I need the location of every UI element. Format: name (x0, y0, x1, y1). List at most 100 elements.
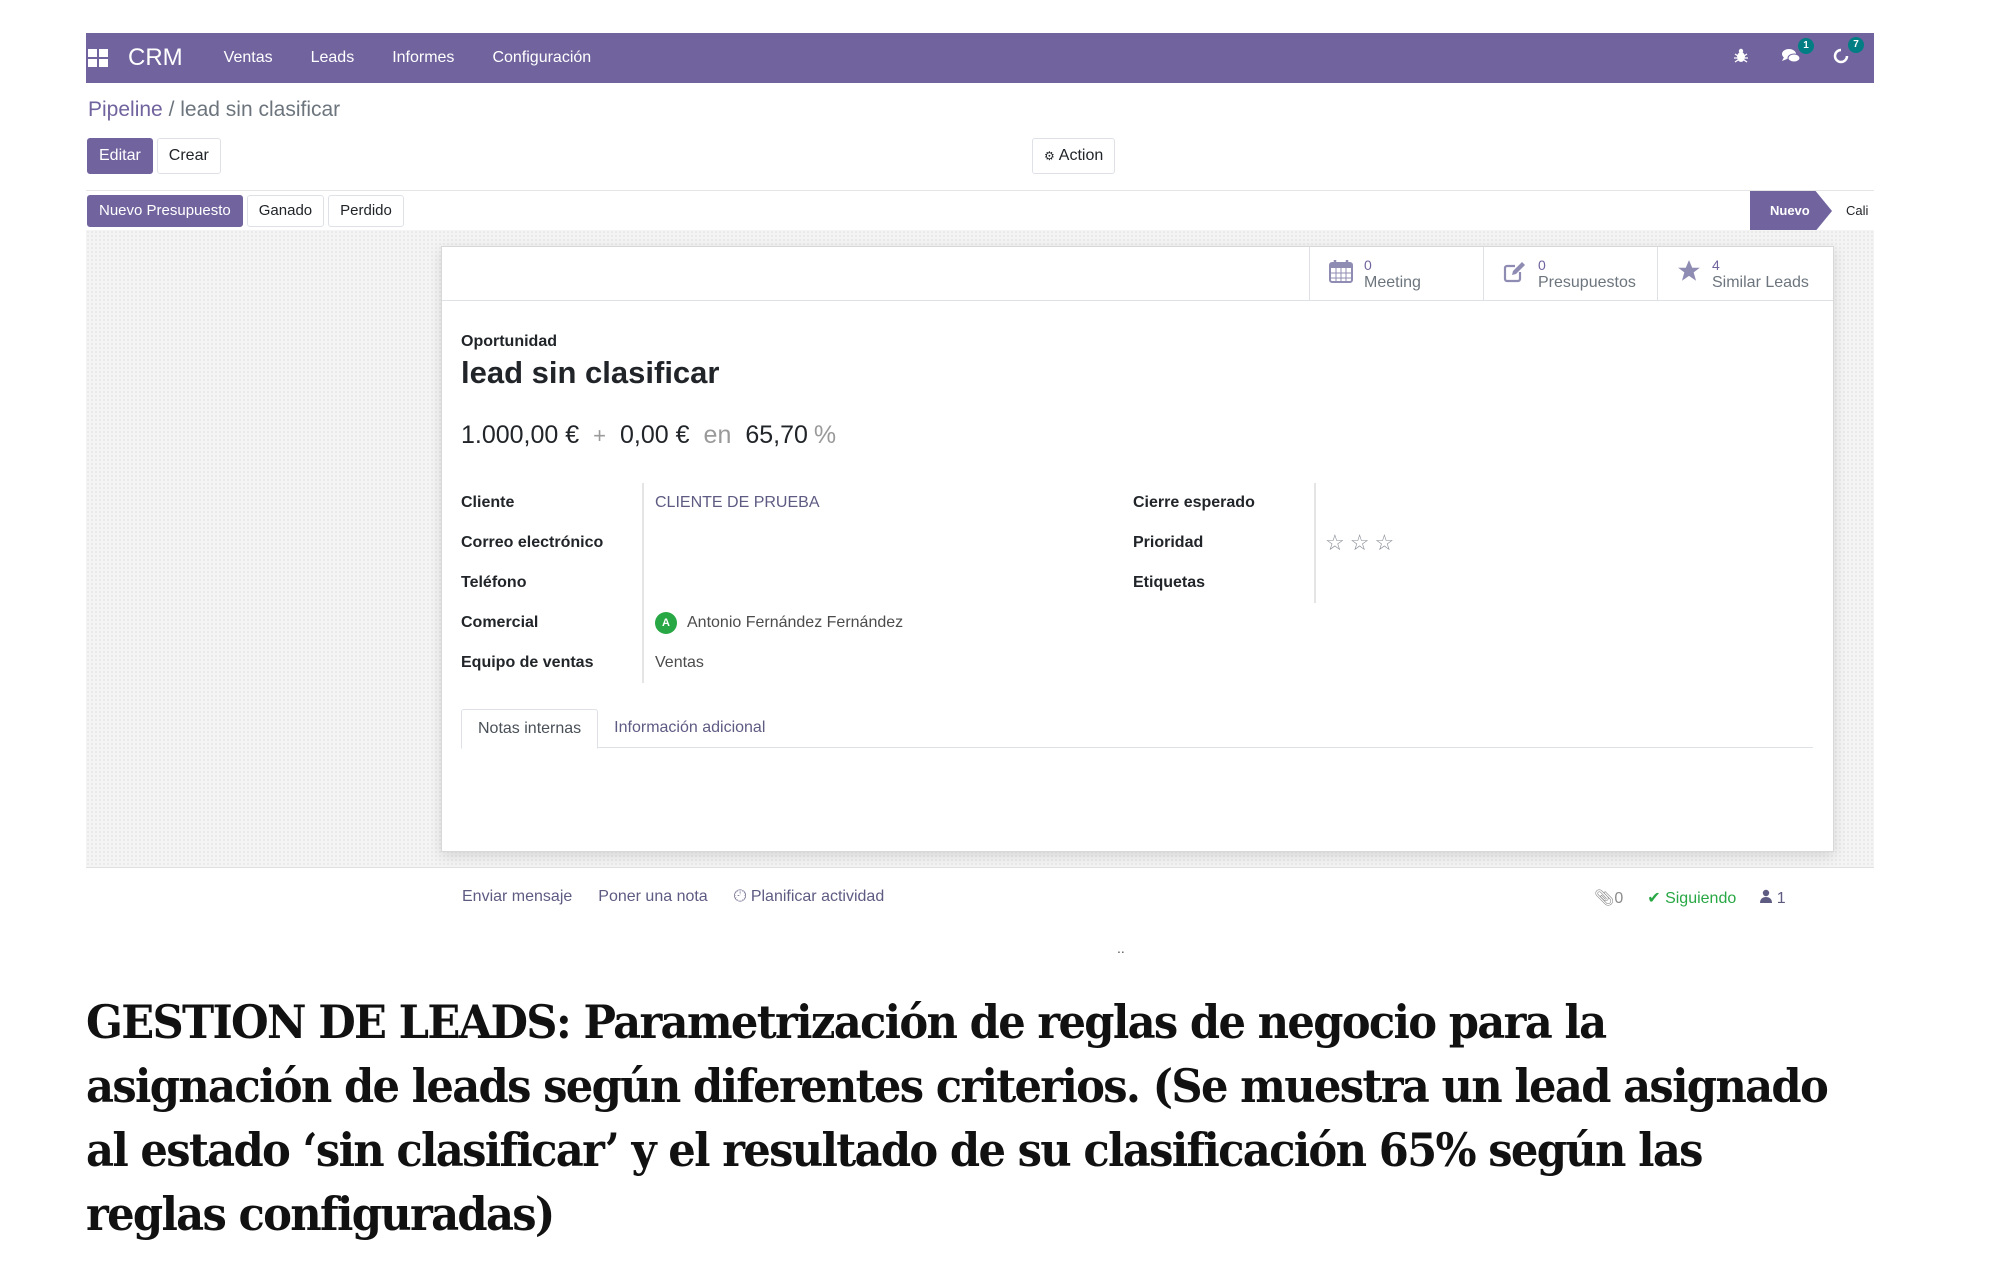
quotations-label: Presupuestos (1538, 274, 1636, 291)
calendar-icon (1326, 258, 1356, 291)
send-message-button[interactable]: Enviar mensaje (462, 888, 572, 906)
apps-menu-icon[interactable] (88, 49, 108, 67)
cliente-value[interactable]: CLIENTE DE PRUEBA (643, 494, 819, 512)
right-field-group: Cierre esperado Prioridad ☆ ☆ ☆ Etiqueta… (1133, 483, 1394, 603)
log-note-button[interactable]: Poner una nota (598, 888, 707, 906)
breadcrumb-current: lead sin clasificar (180, 98, 341, 121)
action-label: Action (1058, 147, 1104, 164)
tab-notas-internas[interactable]: Notas internas (461, 709, 599, 749)
field-equipo: Equipo de ventas Ventas (461, 643, 903, 683)
action-button[interactable]: ⚙ Action (1032, 138, 1116, 174)
left-field-group: Cliente CLIENTE DE PRUEBA Correo electró… (461, 483, 903, 683)
quotations-count: 0 (1538, 257, 1546, 273)
ellipsis-marker: .. (1117, 940, 1125, 956)
field-cierre: Cierre esperado (1133, 483, 1394, 523)
email-label: Correo electrónico (461, 534, 604, 551)
menu-leads[interactable]: Leads (311, 49, 355, 67)
paperclip-icon: 📎︎ (1594, 890, 1615, 907)
stage-nuevo[interactable]: Nuevo (1750, 191, 1832, 231)
schedule-activity-button[interactable]: 🕘︎ Planificar actividad (734, 888, 885, 906)
star-empty-icon[interactable]: ☆ (1325, 530, 1345, 556)
edit-icon (1500, 258, 1530, 291)
user-icon (1760, 889, 1776, 907)
meeting-label: Meeting (1364, 274, 1421, 291)
attachments-button[interactable]: 📎︎0 (1594, 888, 1623, 908)
app-brand[interactable]: CRM (128, 44, 183, 72)
cliente-label: Cliente (461, 494, 515, 511)
caption-text: GESTION DE LEADS: Parametrización de reg… (86, 995, 1829, 1241)
chatter-right-actions: 📎︎0 ✔ Siguiendo 1 (1594, 888, 1786, 908)
activities-badge: 7 (1848, 36, 1864, 53)
clock-icon: 🕘︎ (733, 888, 747, 905)
opportunity-type-label: Oportunidad (461, 333, 557, 350)
clock-icon[interactable]: 7 (1830, 36, 1864, 70)
probability-value[interactable]: 65,70 (745, 421, 808, 450)
messages-badge: 1 (1798, 37, 1814, 54)
percent-sign: % (813, 421, 837, 449)
star-empty-icon[interactable]: ☆ (1350, 530, 1370, 556)
button-box-spacer (442, 247, 1310, 301)
star-icon (1674, 258, 1704, 291)
menu-informes[interactable]: Informes (392, 49, 454, 67)
meeting-smart-button[interactable]: 0 Meeting (1309, 247, 1483, 301)
priority-label: Prioridad (1133, 534, 1204, 551)
menu-configuracion[interactable]: Configuración (492, 49, 591, 67)
salesperson-label: Comercial (461, 614, 539, 631)
gear-icon: ⚙ (1044, 149, 1055, 163)
field-cliente: Cliente CLIENTE DE PRUEBA (461, 483, 903, 523)
won-button[interactable]: Ganado (246, 194, 325, 227)
priority-stars: ☆ ☆ ☆ (1313, 530, 1394, 556)
phone-label: Teléfono (461, 574, 527, 591)
recurring-revenue[interactable]: 0,00 € (620, 421, 690, 450)
avatar: A (655, 612, 677, 634)
sales-team-value[interactable]: Ventas (643, 654, 704, 672)
tab-informacion-adicional[interactable]: Información adicional (598, 709, 781, 747)
similar-leads-smart-button[interactable]: 4 Similar Leads (1657, 247, 1833, 301)
lost-button[interactable]: Perdido (328, 194, 404, 227)
plus-sign: + (593, 423, 607, 448)
sales-team-label: Equipo de ventas (461, 654, 594, 671)
notebook-tabs: Notas internas Información adicional (461, 709, 1813, 749)
at-label: en (703, 421, 732, 449)
top-navbar: CRM Ventas Leads Informes Configuración … (86, 33, 1874, 83)
following-button[interactable]: ✔ Siguiendo (1647, 888, 1736, 908)
edit-button[interactable]: Editar (87, 138, 153, 174)
expected-closing-label: Cierre esperado (1133, 494, 1255, 511)
chatter-topbar: Enviar mensaje Poner una nota 🕘︎ Planifi… (462, 888, 884, 906)
create-button[interactable]: Crear (156, 138, 221, 174)
similar-leads-count: 4 (1712, 257, 1720, 273)
followers-count: 1 (1776, 889, 1786, 907)
attachments-count: 0 (1614, 890, 1624, 907)
expected-revenue[interactable]: 1.000,00 € (461, 421, 579, 450)
breadcrumb-pipeline[interactable]: Pipeline (88, 98, 163, 121)
form-sheet: 0 Meeting 0 Presupuestos 4 Similar Leads… (441, 246, 1834, 852)
revenue-line: 1.000,00 € + 0,00 € en 65,70 % (461, 421, 836, 450)
smart-button-box: 0 Meeting 0 Presupuestos 4 Similar Leads (1309, 247, 1833, 301)
field-prioridad: Prioridad ☆ ☆ ☆ (1133, 523, 1394, 563)
tags-label: Etiquetas (1133, 574, 1206, 591)
quotations-smart-button[interactable]: 0 Presupuestos (1483, 247, 1657, 301)
field-telefono: Teléfono (461, 563, 903, 603)
field-email: Correo electrónico (461, 523, 903, 563)
breadcrumb: Pipeline / lead sin clasificar (88, 98, 340, 122)
field-comercial: Comercial A Antonio Fernández Fernández (461, 603, 903, 643)
schedule-activity-label: Planificar actividad (750, 888, 885, 905)
check-icon: ✔ (1647, 890, 1661, 907)
menu-ventas[interactable]: Ventas (224, 49, 273, 67)
following-label: Siguiendo (1665, 890, 1737, 907)
stage-calificado[interactable]: Cali (1846, 191, 1874, 231)
salesperson-name: Antonio Fernández Fernández (687, 614, 904, 631)
breadcrumb-separator: / (168, 98, 175, 121)
new-quotation-button[interactable]: Nuevo Presupuesto (87, 194, 243, 227)
lead-title[interactable]: lead sin clasificar (461, 355, 719, 391)
form-buttons: Editar Crear (87, 138, 221, 174)
similar-leads-label: Similar Leads (1712, 274, 1809, 291)
star-empty-icon[interactable]: ☆ (1374, 530, 1394, 556)
field-etiquetas: Etiquetas (1133, 563, 1394, 603)
followers-button[interactable]: 1 (1760, 889, 1786, 908)
status-bar: Nuevo Presupuesto Ganado Perdido Nuevo C… (86, 190, 1874, 231)
salesperson-value[interactable]: A Antonio Fernández Fernández (643, 612, 903, 634)
meeting-count: 0 (1364, 257, 1372, 273)
bug-icon[interactable] (1730, 48, 1752, 69)
chat-icon[interactable]: 1 (1780, 37, 1814, 69)
